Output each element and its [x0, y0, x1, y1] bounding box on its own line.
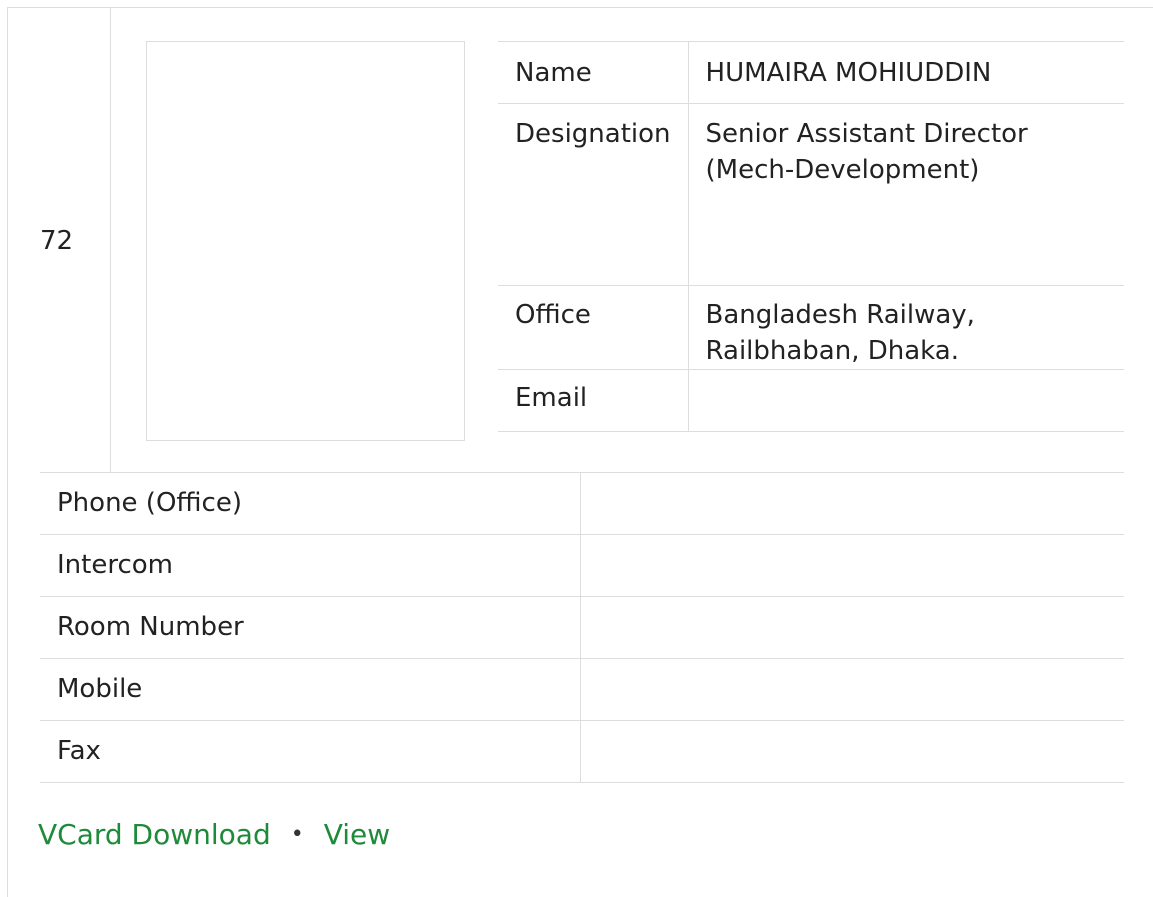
info-key-office: Office [498, 285, 689, 370]
serial-number: 72 [40, 226, 74, 256]
info-value-name: HUMAIRA MOHIUDDIN [688, 41, 1124, 104]
contact-value [579, 658, 1124, 721]
contact-value [579, 472, 1124, 535]
contact-key: Intercom [40, 534, 581, 597]
view-link[interactable]: View [324, 818, 390, 851]
info-row-name: Name HUMAIRA MOHIUDDIN [498, 41, 1124, 104]
info-key-name: Name [498, 41, 689, 104]
info-row-email: Email [498, 369, 1124, 432]
entry-links: VCard Download • View [38, 816, 390, 857]
contact-table: Phone (Office) Intercom Room Number Mobi… [40, 472, 1124, 783]
info-value-office: Bangladesh Railway, Railbhaban, Dhaka. [688, 285, 1124, 370]
contact-row-intercom: Intercom [40, 534, 1124, 597]
info-value-email [688, 369, 1124, 432]
info-row-office: Office Bangladesh Railway, Railbhaban, D… [498, 285, 1124, 370]
vcard-download-link[interactable]: VCard Download [38, 818, 271, 851]
contact-key: Room Number [40, 596, 581, 659]
contact-row-phone-office: Phone (Office) [40, 472, 1124, 535]
column-divider [110, 7, 111, 472]
info-value-designation: Senior Assistant Director (Mech-Developm… [688, 103, 1124, 286]
contact-key: Fax [40, 720, 581, 783]
info-row-designation: Designation Senior Assistant Director (M… [498, 103, 1124, 286]
contact-value [579, 596, 1124, 659]
contact-row-mobile: Mobile [40, 658, 1124, 721]
link-separator: • [290, 822, 304, 847]
info-key-designation: Designation [498, 103, 689, 286]
contact-value [579, 720, 1124, 783]
contact-row-fax: Fax [40, 720, 1124, 783]
contact-key: Phone (Office) [40, 472, 581, 535]
contact-row-room-number: Room Number [40, 596, 1124, 659]
info-key-email: Email [498, 369, 689, 432]
contact-key: Mobile [40, 658, 581, 721]
profile-photo [146, 41, 465, 441]
info-table: Name HUMAIRA MOHIUDDIN Designation Senio… [498, 41, 1124, 432]
contact-value [579, 534, 1124, 597]
